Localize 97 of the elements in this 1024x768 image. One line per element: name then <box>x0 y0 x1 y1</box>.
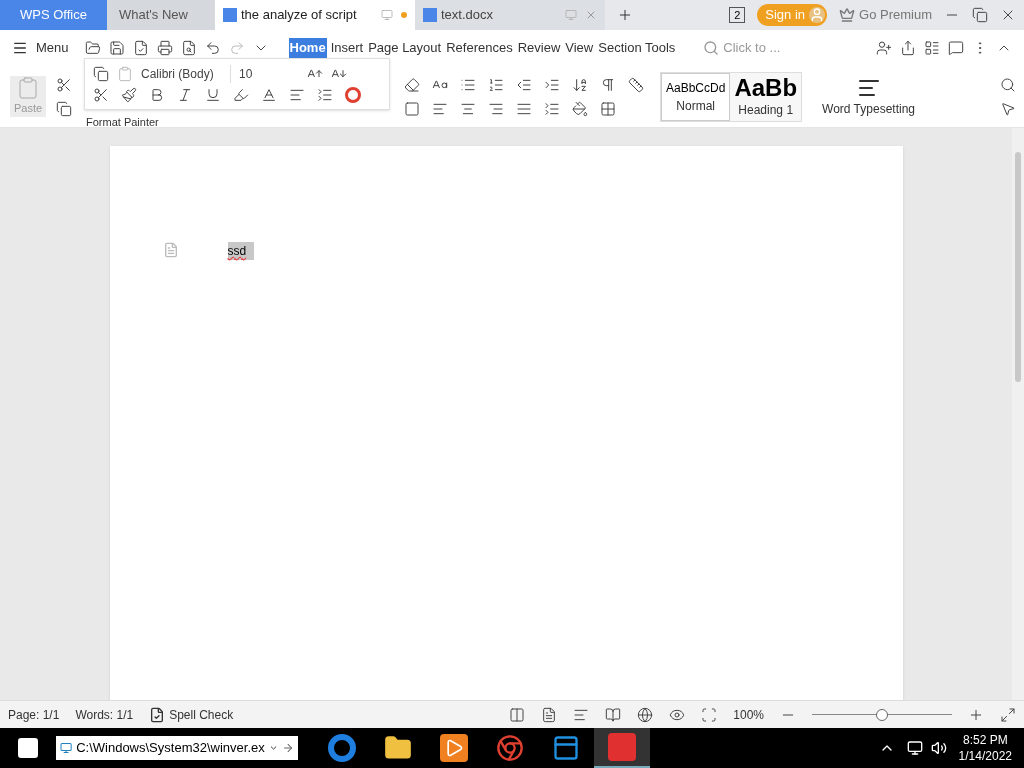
window-icon <box>552 734 580 762</box>
cut-icon[interactable] <box>56 76 72 93</box>
window-count[interactable]: 2 <box>729 7 746 23</box>
app-logo-icon <box>608 733 636 761</box>
export-icon[interactable] <box>132 40 149 56</box>
task-icon[interactable] <box>924 40 940 56</box>
numbering-icon[interactable] <box>488 76 504 93</box>
eraser-icon[interactable] <box>404 76 420 93</box>
folder-icon <box>384 734 412 762</box>
distribute-icon[interactable] <box>544 100 560 117</box>
undo-icon[interactable] <box>204 40 221 56</box>
tab-title: What's New <box>119 6 188 25</box>
clipboard-icon <box>16 76 40 101</box>
style-name: Normal <box>676 97 715 115</box>
save-icon[interactable] <box>108 40 125 56</box>
style-name: Heading 1 <box>738 101 794 119</box>
style-preset[interactable]: AaBb Heading 1 <box>730 72 802 121</box>
scrollbar[interactable] <box>1012 128 1024 700</box>
ribbon-tab[interactable]: References <box>445 38 514 58</box>
page-count: Page: 1/1 <box>8 706 60 724</box>
align-icon[interactable] <box>289 87 305 103</box>
ribbon-tab[interactable]: Section Tools <box>597 38 677 58</box>
network-icon <box>906 740 923 756</box>
ribbon-tab[interactable]: View <box>564 38 595 58</box>
format-painter-label[interactable]: Format Painter <box>86 114 159 131</box>
page-view-icon[interactable] <box>541 706 558 723</box>
document-icon <box>223 8 237 22</box>
share-icon[interactable] <box>900 40 916 56</box>
layout-icon[interactable] <box>509 706 526 723</box>
style-preset[interactable]: AaBbCcDd Normal <box>661 72 731 121</box>
font-size-field[interactable]: 10 <box>239 65 299 83</box>
font-field[interactable]: Calibri (Body) <box>141 65 231 83</box>
search-icon <box>703 40 720 56</box>
zoom-slider[interactable] <box>812 708 952 721</box>
ribbon-tab[interactable]: Insert <box>329 38 365 58</box>
premium-link[interactable]: Go Premium <box>839 5 932 25</box>
menu-button[interactable]: Menu <box>12 38 77 58</box>
spell-check-button[interactable]: Spell Check <box>149 705 234 724</box>
start-icon[interactable] <box>16 736 40 760</box>
document-text[interactable]: ssd <box>227 242 255 260</box>
document-icon <box>423 8 437 22</box>
copy-icon[interactable] <box>93 66 109 82</box>
volume-icon <box>930 740 947 756</box>
ruler-icon[interactable] <box>628 76 644 93</box>
crown-icon <box>839 7 856 23</box>
slider-thumb[interactable] <box>876 708 888 721</box>
zoom-level[interactable]: 100% <box>733 705 764 724</box>
pilcrow-icon[interactable] <box>600 76 616 93</box>
tab-title: the analyze of script <box>241 6 357 25</box>
highlight-icon[interactable] <box>233 87 249 103</box>
new-tab-icon[interactable] <box>617 7 633 23</box>
borders-icon[interactable] <box>600 100 616 117</box>
collaborate-icon[interactable] <box>876 40 892 56</box>
print-icon[interactable] <box>156 40 173 56</box>
style-preview: AaBbCcDd <box>666 79 726 97</box>
brush-icon[interactable] <box>121 87 137 103</box>
browser-icon <box>496 734 524 762</box>
play-icon <box>440 734 468 762</box>
preview-icon[interactable] <box>180 40 197 56</box>
shading-icon[interactable] <box>572 100 588 117</box>
underline-icon[interactable] <box>205 87 221 103</box>
sort-icon[interactable] <box>572 76 588 93</box>
document-tab[interactable]: the analyze of script <box>215 0 415 30</box>
italic-icon[interactable] <box>177 87 193 103</box>
spell-check-icon <box>149 706 166 723</box>
clock-date[interactable]: 1/14/2022 <box>958 748 1012 764</box>
font-color-icon[interactable] <box>261 87 277 103</box>
word-count: Words: 1/1 <box>75 706 134 724</box>
style-preview: AaBb <box>734 74 798 101</box>
ribbon-tab[interactable]: Page Layout <box>367 38 443 58</box>
spacing-icon[interactable] <box>317 87 333 103</box>
document-tab[interactable]: What's New <box>107 0 215 30</box>
cut-icon[interactable] <box>93 87 109 103</box>
document-tab[interactable]: WPS Office <box>0 0 107 30</box>
clock-time[interactable]: 8:52 PM <box>962 732 1008 748</box>
address-field[interactable]: C:\Windows\System32\winver.ex <box>56 736 298 760</box>
paste-options-icon <box>162 242 179 258</box>
ribbon-tab[interactable]: Review <box>516 38 562 58</box>
select-icon[interactable] <box>1000 100 1016 117</box>
typesetting-button[interactable]: Word Typesetting <box>822 75 915 118</box>
comment-icon[interactable] <box>948 40 964 56</box>
ribbon-tab[interactable]: Home <box>288 38 327 58</box>
tab-title: text.docx <box>441 6 494 25</box>
restore-icon[interactable] <box>972 7 988 23</box>
menu-icon <box>12 40 28 56</box>
program-icon <box>60 740 73 756</box>
find-icon[interactable] <box>1000 76 1016 93</box>
char-border-icon[interactable] <box>404 100 420 117</box>
reading-icon[interactable] <box>605 706 622 723</box>
tab-title: WPS Office <box>20 6 87 25</box>
fullscreen-icon[interactable] <box>1000 706 1016 723</box>
folder-icon[interactable] <box>84 40 101 56</box>
browser-icon <box>328 734 356 762</box>
web-icon[interactable] <box>637 706 654 723</box>
bold-icon[interactable] <box>149 87 165 103</box>
avatar-icon <box>809 7 826 23</box>
copy-icon[interactable] <box>56 100 72 117</box>
